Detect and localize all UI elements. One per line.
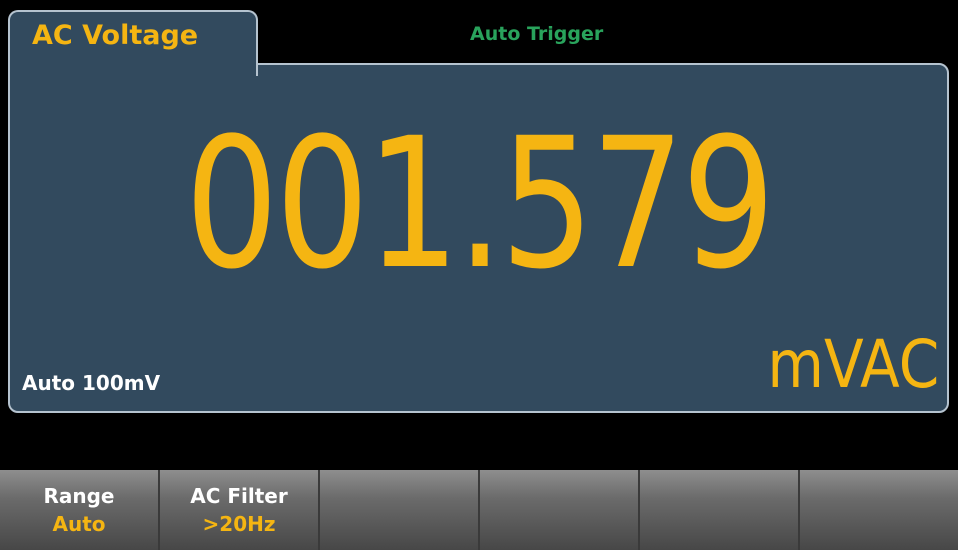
measurement-mode-label: AC Voltage <box>32 20 199 51</box>
softkey-5[interactable] <box>640 470 800 550</box>
primary-reading: 001.579 <box>184 100 776 309</box>
multimeter-screen: AC Voltage Auto Trigger 001.579 Auto 100… <box>0 0 958 550</box>
softkey-ac-filter[interactable]: AC Filter >20Hz <box>160 470 320 550</box>
reading-unit: mVAC <box>767 326 939 403</box>
measurement-mode-tab: AC Voltage <box>8 10 258 76</box>
softkey-range[interactable]: Range Auto <box>0 470 160 550</box>
softkey-4[interactable] <box>480 470 640 550</box>
main-display: 001.579 Auto 100mV mVAC <box>8 63 949 413</box>
softkey-6[interactable] <box>800 470 958 550</box>
softkey-title: AC Filter <box>190 484 288 508</box>
softkey-value: >20Hz <box>202 512 276 536</box>
range-indicator: Auto 100mV <box>22 371 161 395</box>
softkey-3[interactable] <box>320 470 480 550</box>
softkey-bar: Range Auto AC Filter >20Hz <box>0 470 958 550</box>
softkey-value: Auto <box>52 512 106 536</box>
softkey-title: Range <box>43 484 115 508</box>
trigger-mode-label: Auto Trigger <box>470 23 604 45</box>
